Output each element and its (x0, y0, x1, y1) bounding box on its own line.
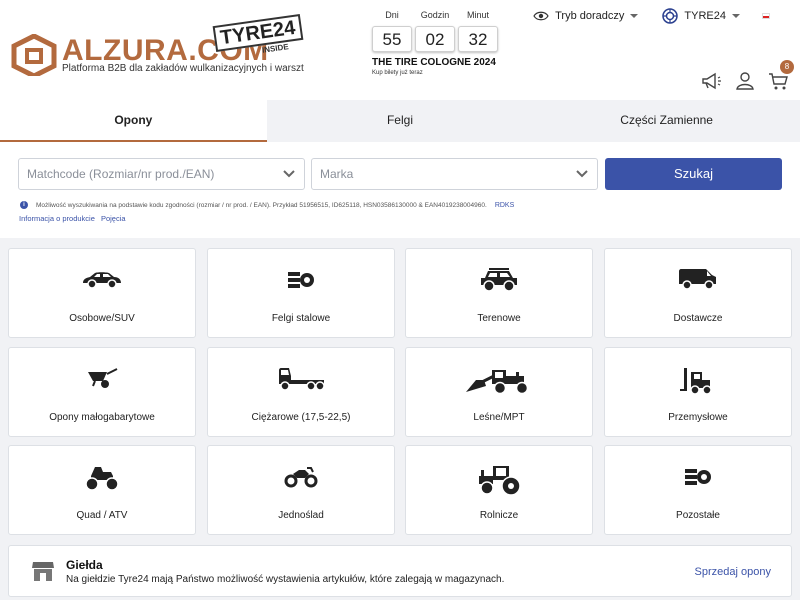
brand-select[interactable]: Marka (311, 158, 598, 190)
chevron-down-icon (732, 14, 740, 18)
tab-czesci-zamienne[interactable]: Części Zamienne (533, 100, 800, 142)
category-przemyslowe[interactable]: Przemysłowe (604, 347, 792, 437)
event-title: THE TIRE COLOGNE 2024 (372, 57, 496, 68)
tab-felgi[interactable]: Felgi (267, 100, 534, 142)
logo-subtitle: Platforma B2B dla zakładów wulkanizacyjn… (62, 63, 304, 74)
matchcode-placeholder: Matchcode (Rozmiar/nr prod./EAN) (27, 167, 215, 181)
exchange-description: Na giełdzie Tyre24 mają Państwo możliwoś… (66, 574, 505, 585)
matchcode-input[interactable]: Matchcode (Rozmiar/nr prod./EAN) (18, 158, 305, 190)
category-osobowe-suv[interactable]: Osobowe/SUV (8, 248, 196, 338)
cart-button[interactable]: 8 (768, 60, 794, 92)
category-felgi-stalowe[interactable]: Felgi stalowe (207, 248, 395, 338)
product-info-link[interactable]: Informacja o produkcie (19, 214, 95, 223)
language-flag-icon[interactable] (762, 13, 770, 19)
quad-icon (85, 467, 119, 491)
countdown-label-days: Dni (385, 10, 399, 20)
event-ticket-link[interactable]: Kup bilety już teraz (372, 70, 502, 76)
category-label: Felgi stalowe (271, 313, 331, 324)
megaphone-icon[interactable] (700, 70, 722, 92)
search-button[interactable]: Szukaj (605, 158, 782, 190)
category-label: Osobowe/SUV (69, 313, 135, 324)
chevron-down-icon (576, 170, 588, 178)
category-lesne-mpt[interactable]: Leśne/MPT (405, 347, 593, 437)
tire-stack-icon (685, 469, 711, 485)
alzura-logo[interactable]: ALZURA.COM TYRE24 INSIDE Platforma B2B d… (10, 14, 310, 80)
search-info-text: Możliwość wyszukiwania na podstawie kodu… (36, 201, 487, 209)
event-countdown[interactable]: Dni Godzin Minut 55 02 32 THE TIRE COLOG… (372, 10, 502, 76)
category-label: Opony małogabarytowe (49, 412, 155, 423)
motorcycle-icon (284, 467, 318, 488)
countdown-hours: 02 (415, 26, 455, 52)
category-pozostale[interactable]: Pozostałe (604, 445, 792, 535)
top-bar-actions: Tryb doradczy TYRE24 (533, 8, 770, 24)
category-terenowe[interactable]: Terenowe (405, 248, 593, 338)
category-label: Rolnicze (479, 510, 519, 521)
category-ciezarowe[interactable]: Ciężarowe (17,5-22,5) (207, 347, 395, 437)
exchange-banner: Giełda Na giełdzie Tyre24 mają Państwo m… (8, 545, 792, 597)
tyre-logo-icon (662, 8, 679, 24)
forklift-icon (680, 368, 712, 395)
countdown-label-hours: Godzin (420, 10, 450, 20)
category-quad-atv[interactable]: Quad / ATV (8, 445, 196, 535)
tab-opony[interactable]: Opony (0, 100, 267, 142)
cart-count-badge: 8 (780, 60, 794, 74)
truck-icon (279, 368, 325, 391)
header-icons: 8 (700, 60, 794, 92)
category-label: Terenowe (477, 313, 521, 324)
rdks-link[interactable]: RDKS (495, 202, 514, 209)
eye-icon (533, 11, 549, 21)
advisor-mode-label: Tryb doradczy (555, 10, 625, 22)
account-menu[interactable]: TYRE24 (662, 8, 740, 24)
category-dostawcze[interactable]: Dostawcze (604, 248, 792, 338)
category-label: Pozostałe (676, 510, 720, 521)
info-icon: i (20, 201, 28, 209)
category-label: Dostawcze (673, 313, 723, 324)
search-panel: Matchcode (Rozmiar/nr prod./EAN) Marka S… (0, 142, 800, 238)
tractor-icon (479, 466, 521, 496)
category-opony-malogabarytowe[interactable]: Opony małogabarytowe (8, 347, 196, 437)
category-label: Ciężarowe (17,5-22,5) (251, 412, 351, 423)
account-label: TYRE24 (684, 10, 726, 22)
countdown-label-minutes: Minut (466, 10, 489, 20)
advisor-mode-toggle[interactable]: Tryb doradczy (533, 10, 639, 22)
category-label: Quad / ATV (76, 510, 128, 521)
terms-link[interactable]: Pojęcia (101, 214, 126, 223)
category-label: Leśne/MPT (473, 412, 525, 423)
countdown-minutes: 32 (458, 26, 498, 52)
countdown-days: 55 (372, 26, 412, 52)
shop-icon (32, 562, 54, 581)
search-info: i Możliwość wyszukiwania na podstawie ko… (20, 201, 514, 209)
category-label: Przemysłowe (668, 412, 728, 423)
brand-placeholder: Marka (320, 167, 354, 181)
user-icon[interactable] (734, 70, 756, 92)
category-jednoslad[interactable]: Jednoślad (207, 445, 395, 535)
exchange-title: Giełda (66, 558, 103, 572)
car-icon (83, 272, 121, 289)
van-icon (679, 269, 716, 290)
alzura-logo-icon (11, 34, 57, 76)
offroad-icon (481, 268, 517, 292)
info-links: Informacja o produkcie Pojęcia (19, 214, 130, 223)
category-label: Jednoślad (278, 510, 324, 521)
chevron-down-icon (283, 170, 295, 178)
category-rolnicze[interactable]: Rolnicze (405, 445, 593, 535)
loader-icon (466, 370, 529, 394)
sell-tires-link[interactable]: Sprzedaj opony (695, 566, 771, 578)
steel-rim-icon (288, 272, 314, 288)
product-tabs: Opony Felgi Części Zamienne (0, 100, 800, 142)
header: ALZURA.COM TYRE24 INSIDE Platforma B2B d… (0, 0, 800, 100)
wheelbarrow-icon (88, 368, 118, 388)
chevron-down-icon (630, 14, 639, 18)
